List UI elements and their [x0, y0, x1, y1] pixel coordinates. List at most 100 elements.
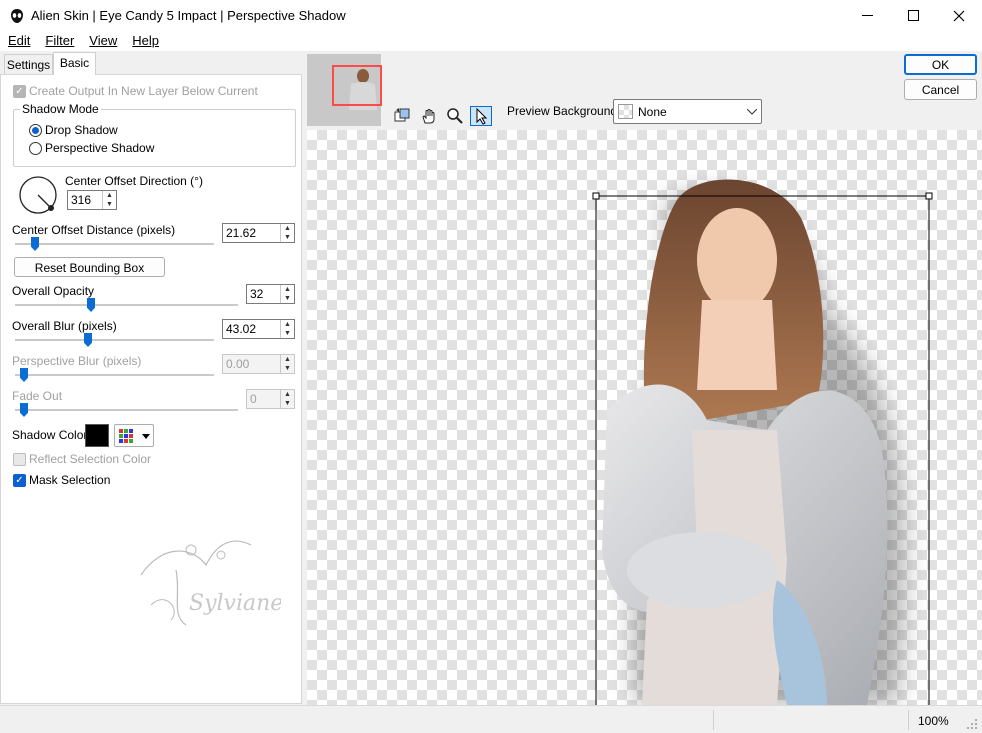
distance-slider-thumb[interactable]	[31, 237, 39, 251]
shadow-mode-group	[13, 109, 296, 167]
navigator-border-bottom	[307, 116, 381, 126]
spin-up-icon[interactable]: ▲	[281, 355, 294, 364]
perspective-shadow-label: Perspective Shadow	[45, 141, 155, 155]
direction-input[interactable]: 316 ▲ ▼	[67, 190, 117, 210]
mask-selection-label: Mask Selection	[29, 473, 111, 487]
menu-view[interactable]: View	[81, 31, 124, 51]
create-output-checkbox[interactable]: ✓	[13, 85, 26, 98]
tab-settings[interactable]: Settings	[4, 54, 53, 74]
color-picker-button[interactable]	[114, 424, 154, 447]
shadow-mode-title: Shadow Mode	[20, 102, 101, 116]
tab-basic[interactable]: Basic	[53, 52, 96, 75]
mask-selection-checkbox[interactable]: ✓	[13, 474, 26, 487]
status-bar: 100%	[0, 705, 982, 733]
reflect-selection-checkbox[interactable]	[13, 453, 26, 466]
preview-background-select[interactable]: None	[613, 99, 762, 124]
color-grid-icon	[119, 429, 133, 443]
fade-out-input[interactable]: 0 ▲ ▼	[246, 389, 295, 409]
cancel-button[interactable]: Cancel	[904, 79, 977, 100]
spin-up-icon[interactable]: ▲	[281, 224, 294, 233]
alien-skin-logo-icon	[11, 9, 23, 23]
navigator-thumbnail[interactable]	[307, 54, 382, 126]
blur-input[interactable]: 43.02 ▲ ▼	[222, 319, 295, 339]
perspective-blur-input[interactable]: 0.00 ▲ ▼	[222, 354, 295, 374]
title-bar: Alien Skin | Eye Candy 5 Impact | Perspe…	[0, 0, 982, 31]
close-icon	[953, 10, 965, 21]
direction-value: 316	[71, 193, 92, 207]
close-button[interactable]	[936, 0, 982, 31]
zoom-level: 100%	[918, 714, 949, 728]
menu-view-label: View	[89, 33, 118, 48]
ok-button[interactable]: OK	[904, 54, 977, 75]
opacity-slider-track[interactable]	[15, 304, 238, 306]
distance-label: Center Offset Distance (pixels)	[12, 223, 176, 237]
menu-bar: Edit Filter View Help	[0, 31, 982, 51]
fade-out-slider-thumb[interactable]	[20, 403, 28, 417]
navigator-border-top	[307, 54, 381, 64]
spin-down-icon[interactable]: ▼	[103, 200, 116, 209]
chevron-down-icon	[747, 109, 757, 115]
navigator-viewport-box[interactable]	[332, 65, 382, 106]
hand-tool[interactable]	[418, 106, 440, 126]
spin-up-icon[interactable]: ▲	[281, 285, 294, 294]
minimize-icon	[861, 14, 873, 16]
perspective-blur-slider-thumb[interactable]	[20, 368, 28, 382]
resize-grip-icon[interactable]	[966, 718, 978, 730]
perspective-blur-label: Perspective Blur (pixels)	[12, 354, 142, 368]
menu-help[interactable]: Help	[124, 31, 166, 51]
spin-up-icon[interactable]: ▲	[281, 390, 294, 399]
spin-down-icon[interactable]: ▼	[281, 329, 294, 338]
drop-shadow-radio[interactable]	[29, 124, 42, 137]
perspective-shadow-radio[interactable]	[29, 142, 42, 155]
fade-out-slider-track[interactable]	[15, 409, 238, 411]
spin-down-icon[interactable]: ▼	[281, 364, 294, 373]
distance-input[interactable]: 21.62 ▲ ▼	[222, 223, 295, 243]
menu-edit-label: Edit	[8, 33, 31, 48]
zoom-tool[interactable]	[444, 106, 466, 126]
menu-filter[interactable]: Filter	[37, 31, 81, 51]
distance-slider-track[interactable]	[15, 243, 214, 245]
direction-dial[interactable]	[18, 175, 60, 217]
chevron-down-icon	[142, 434, 150, 439]
window-title: Alien Skin | Eye Candy 5 Impact | Perspe…	[31, 8, 346, 23]
transparent-swatch-icon	[618, 104, 633, 119]
spin-up-icon[interactable]: ▲	[281, 320, 294, 329]
shadow-color-swatch[interactable]	[85, 424, 109, 447]
spin-down-icon[interactable]: ▼	[281, 399, 294, 408]
preview-background-value: None	[638, 105, 667, 119]
blur-slider-track[interactable]	[15, 339, 214, 341]
reflect-selection-label: Reflect Selection Color	[29, 452, 152, 466]
rotate-view-tool[interactable]	[391, 106, 413, 126]
menu-edit[interactable]: Edit	[0, 31, 37, 51]
preview-background-label: Preview Background:	[507, 104, 621, 118]
rotate-view-icon	[394, 108, 410, 122]
menu-help-label: Help	[132, 33, 159, 48]
sylviane-watermark: Sylviane	[140, 540, 281, 626]
spin-down-icon[interactable]: ▼	[281, 233, 294, 242]
magnifier-icon	[447, 108, 463, 124]
arrow-cursor-icon	[476, 107, 488, 125]
spin-up-icon[interactable]: ▲	[103, 191, 116, 200]
direction-label: Center Offset Direction (°)	[65, 174, 203, 188]
perspective-blur-slider-track[interactable]	[15, 374, 214, 376]
blur-label: Overall Blur (pixels)	[12, 319, 117, 333]
hand-icon	[422, 109, 435, 124]
blur-slider-thumb[interactable]	[84, 333, 92, 347]
preview-canvas[interactable]	[307, 130, 982, 705]
minimize-button[interactable]	[844, 0, 890, 31]
maximize-button[interactable]	[890, 0, 936, 31]
preview-image	[592, 179, 933, 705]
drop-shadow-label: Drop Shadow	[45, 123, 118, 137]
fade-out-label: Fade Out	[12, 389, 63, 403]
watermark-text: Sylviane	[189, 591, 281, 616]
opacity-value: 32	[250, 287, 264, 301]
opacity-slider-thumb[interactable]	[87, 298, 95, 312]
status-divider	[908, 710, 909, 730]
opacity-input[interactable]: 32 ▲ ▼	[246, 284, 295, 304]
spin-down-icon[interactable]: ▼	[281, 294, 294, 303]
fade-out-value: 0	[250, 392, 257, 406]
blur-value: 43.02	[226, 322, 257, 336]
create-output-label: Create Output In New Layer Below Current	[29, 84, 258, 98]
reset-bounding-box-button[interactable]: Reset Bounding Box	[14, 257, 165, 277]
selection-tool[interactable]	[470, 106, 492, 126]
